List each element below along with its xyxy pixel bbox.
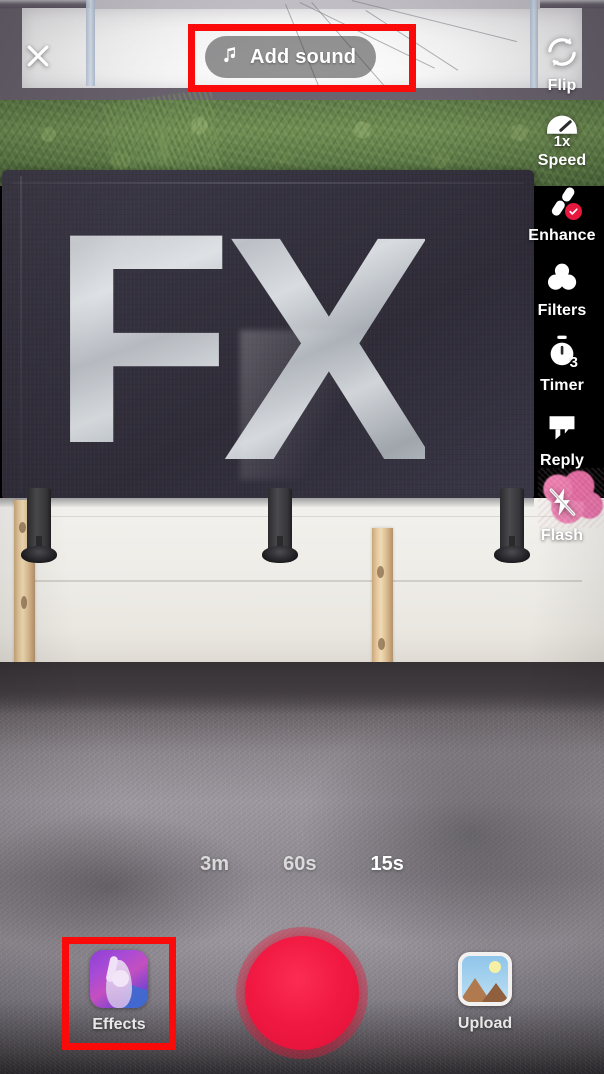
wooden-log-post (372, 528, 393, 668)
rail-item-reply[interactable]: Reply (520, 405, 604, 470)
magic-wand-icon (540, 180, 584, 224)
wall-seam (22, 580, 582, 582)
tiktok-camera-screen: F X Add sound Flip 1x Speed Enhance Filt… (0, 0, 604, 1074)
wall-top-lip (0, 498, 534, 507)
fx-sign-letter-x: X (222, 169, 435, 527)
record-button-icon (245, 936, 359, 1050)
rail-label-flash: Flash (540, 527, 584, 544)
speedometer-icon: 1x (540, 105, 584, 150)
rail-label-enhance: Enhance (528, 227, 596, 244)
effects-thumbnail-icon (90, 950, 148, 1008)
duration-selector: 3m 60s 15s (0, 853, 604, 876)
stopwatch-icon: 3 (540, 330, 584, 374)
speed-value: 1x (553, 133, 571, 150)
timer-value: 3 (569, 354, 578, 371)
record-button[interactable] (236, 927, 368, 1059)
upload-label: Upload (457, 1015, 513, 1032)
fx-sign-letter-f: F (50, 170, 233, 506)
effects-button[interactable]: Effects (80, 950, 158, 1034)
duration-option-60s[interactable]: 60s (283, 853, 316, 876)
reply-bubble-icon (540, 405, 584, 449)
rail-label-flip: Flip (547, 77, 577, 94)
camera-viewfinder[interactable]: F X (0, 0, 604, 1074)
rail-item-enhance[interactable]: Enhance (520, 180, 604, 245)
close-icon (23, 41, 53, 76)
upload-button[interactable]: Upload (446, 952, 524, 1033)
photo-thumbnail-icon (458, 952, 512, 1006)
filters-circles-icon (540, 255, 584, 299)
rail-label-filters: Filters (537, 302, 587, 319)
sign-clamp (262, 488, 298, 563)
backdrop-blue-strip-left (86, 0, 95, 86)
camera-tools-rail: Flip 1x Speed Enhance Filters 3 Timer Re… (520, 30, 604, 555)
music-note-icon (221, 44, 241, 70)
wall-panel-line (22, 516, 582, 517)
duration-option-3m[interactable]: 3m (200, 853, 229, 876)
rail-item-flash[interactable]: Flash (520, 480, 604, 545)
close-button[interactable] (18, 38, 58, 78)
rail-item-speed[interactable]: 1x Speed (520, 105, 604, 170)
enhance-active-badge (565, 203, 582, 220)
rail-label-reply: Reply (539, 452, 585, 469)
add-sound-label: Add sound (250, 45, 357, 68)
flip-camera-icon (540, 30, 584, 74)
duration-option-15s[interactable]: 15s (370, 853, 403, 876)
rail-item-flip[interactable]: Flip (520, 30, 604, 95)
effects-label: Effects (92, 1016, 146, 1033)
rail-item-filters[interactable]: Filters (520, 255, 604, 320)
add-sound-button[interactable]: Add sound (205, 36, 377, 78)
rail-label-speed: Speed (537, 152, 587, 169)
rail-item-timer[interactable]: 3 Timer (520, 330, 604, 395)
flash-off-icon (540, 480, 584, 524)
rail-label-timer: Timer (540, 377, 584, 394)
sign-clamp (21, 488, 57, 563)
